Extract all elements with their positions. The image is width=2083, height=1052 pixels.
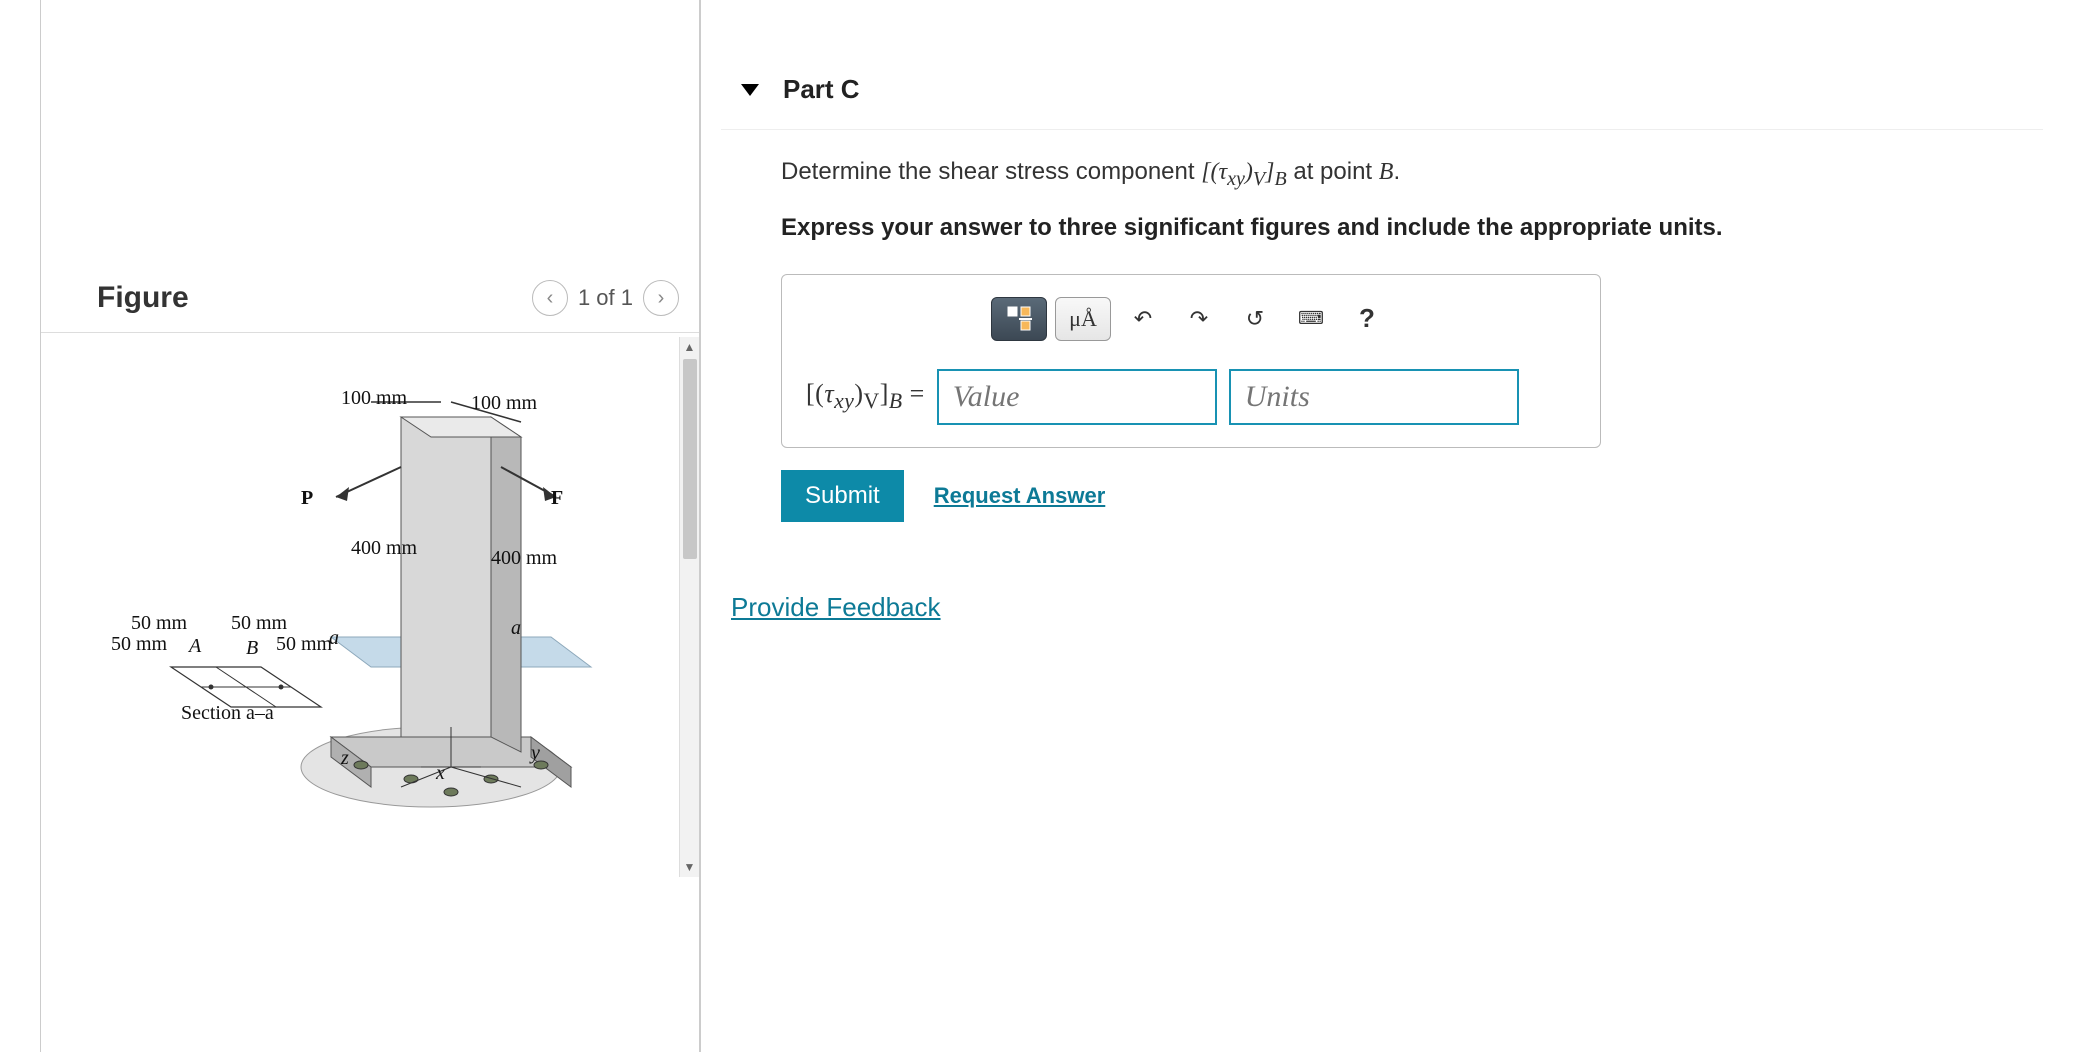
figure-title: Figure (97, 281, 189, 315)
figure-header: Figure ‹ 1 of 1 › (41, 280, 699, 333)
label-load-f: F (551, 487, 563, 510)
label-cs-50mm-bl: 50 mm (111, 633, 167, 656)
label-section-aa: Section a–a (181, 702, 274, 725)
label-load-p: P (301, 487, 313, 510)
answer-box: μÅ ↶ ↷ ↺ ⌨ ? [(τxy)V]B = (781, 274, 1601, 448)
reset-button[interactable]: ↺ (1231, 297, 1279, 341)
redo-button[interactable]: ↷ (1175, 297, 1223, 341)
request-answer-link[interactable]: Request Answer (934, 483, 1106, 509)
figure-next-button[interactable]: › (643, 280, 679, 316)
scroll-up-icon[interactable]: ▲ (680, 337, 700, 357)
label-axis-z: z (341, 747, 349, 770)
figure-scrollbar[interactable]: ▲ ▼ (679, 337, 699, 877)
collapse-icon (741, 84, 759, 96)
units-input[interactable] (1229, 369, 1519, 425)
answer-variable-label: [(τxy)V]B = (806, 379, 925, 414)
fraction-icon (1004, 305, 1034, 333)
label-axis-y: y (531, 742, 540, 765)
answer-row: [(τxy)V]B = (806, 369, 1576, 425)
figure-body: 100 mm 100 mm P F 400 mm 400 mm a a x y … (41, 337, 699, 877)
label-100mm-right: 100 mm (471, 392, 537, 415)
label-cs-point-a: A (189, 635, 201, 658)
figure-nav: ‹ 1 of 1 › (532, 280, 679, 316)
prompt-variable: [(τxy)V]B (1201, 159, 1286, 185)
question-panel: Part C Determine the shear stress compon… (700, 0, 2083, 1052)
label-cs-50mm-br: 50 mm (276, 633, 332, 656)
scroll-down-icon[interactable]: ▼ (680, 857, 700, 877)
part-label: Part C (783, 74, 860, 105)
label-section-a-right: a (511, 617, 521, 640)
label-cs-50mm-tr: 50 mm (231, 612, 287, 635)
value-input[interactable] (937, 369, 1217, 425)
special-units-button[interactable]: μÅ (1055, 297, 1111, 341)
undo-button[interactable]: ↶ (1119, 297, 1167, 341)
label-cs-50mm-tl: 50 mm (131, 612, 187, 635)
label-400mm-left: 400 mm (351, 537, 417, 560)
figure-prev-button[interactable]: ‹ (532, 280, 568, 316)
question-instruction: Express your answer to three significant… (781, 210, 2033, 246)
fraction-template-button[interactable] (991, 297, 1047, 341)
label-axis-x: x (436, 762, 445, 785)
answer-toolbar: μÅ ↶ ↷ ↺ ⌨ ? (806, 297, 1576, 341)
figure-image: 100 mm 100 mm P F 400 mm 400 mm a a x y … (41, 337, 679, 877)
provide-feedback-link[interactable]: Provide Feedback (731, 592, 941, 623)
figure-panel: Figure ‹ 1 of 1 › (40, 0, 700, 1052)
help-button[interactable]: ? (1343, 297, 1391, 341)
submit-button[interactable]: Submit (781, 470, 904, 522)
submit-row: Submit Request Answer (781, 470, 2033, 522)
figure-svg (51, 347, 661, 867)
part-header[interactable]: Part C (721, 50, 2043, 130)
keyboard-button[interactable]: ⌨ (1287, 297, 1335, 341)
label-cs-point-b: B (246, 637, 258, 660)
label-400mm-right: 400 mm (491, 547, 557, 570)
scroll-thumb[interactable] (683, 359, 697, 559)
question-body: Determine the shear stress component [(τ… (721, 130, 2043, 522)
question-prompt: Determine the shear stress component [(τ… (781, 154, 2033, 194)
label-100mm-left: 100 mm (341, 387, 407, 410)
figure-nav-label: 1 of 1 (578, 285, 633, 311)
